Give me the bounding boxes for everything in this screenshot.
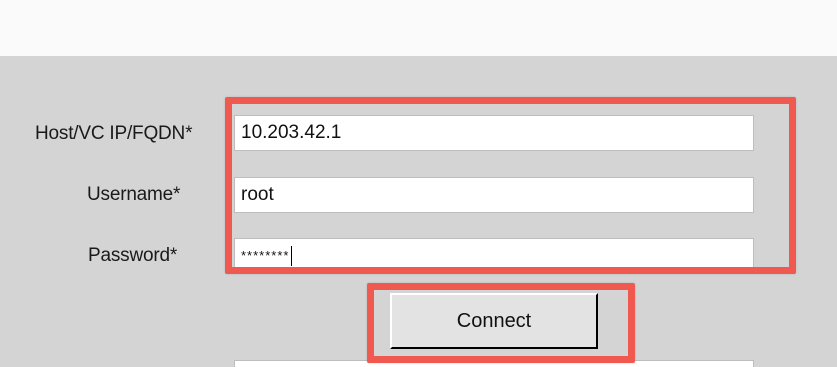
- dialog-header-area: [0, 0, 837, 56]
- fields-highlight-box: [225, 97, 796, 274]
- connect-highlight-box: [367, 283, 635, 363]
- host-label: Host/VC IP/FQDN*: [35, 123, 193, 144]
- password-label: Password*: [88, 245, 178, 266]
- username-label: Username*: [87, 184, 181, 205]
- connection-dialog: Host/VC IP/FQDN* 10.203.42.1 Username* r…: [0, 0, 837, 367]
